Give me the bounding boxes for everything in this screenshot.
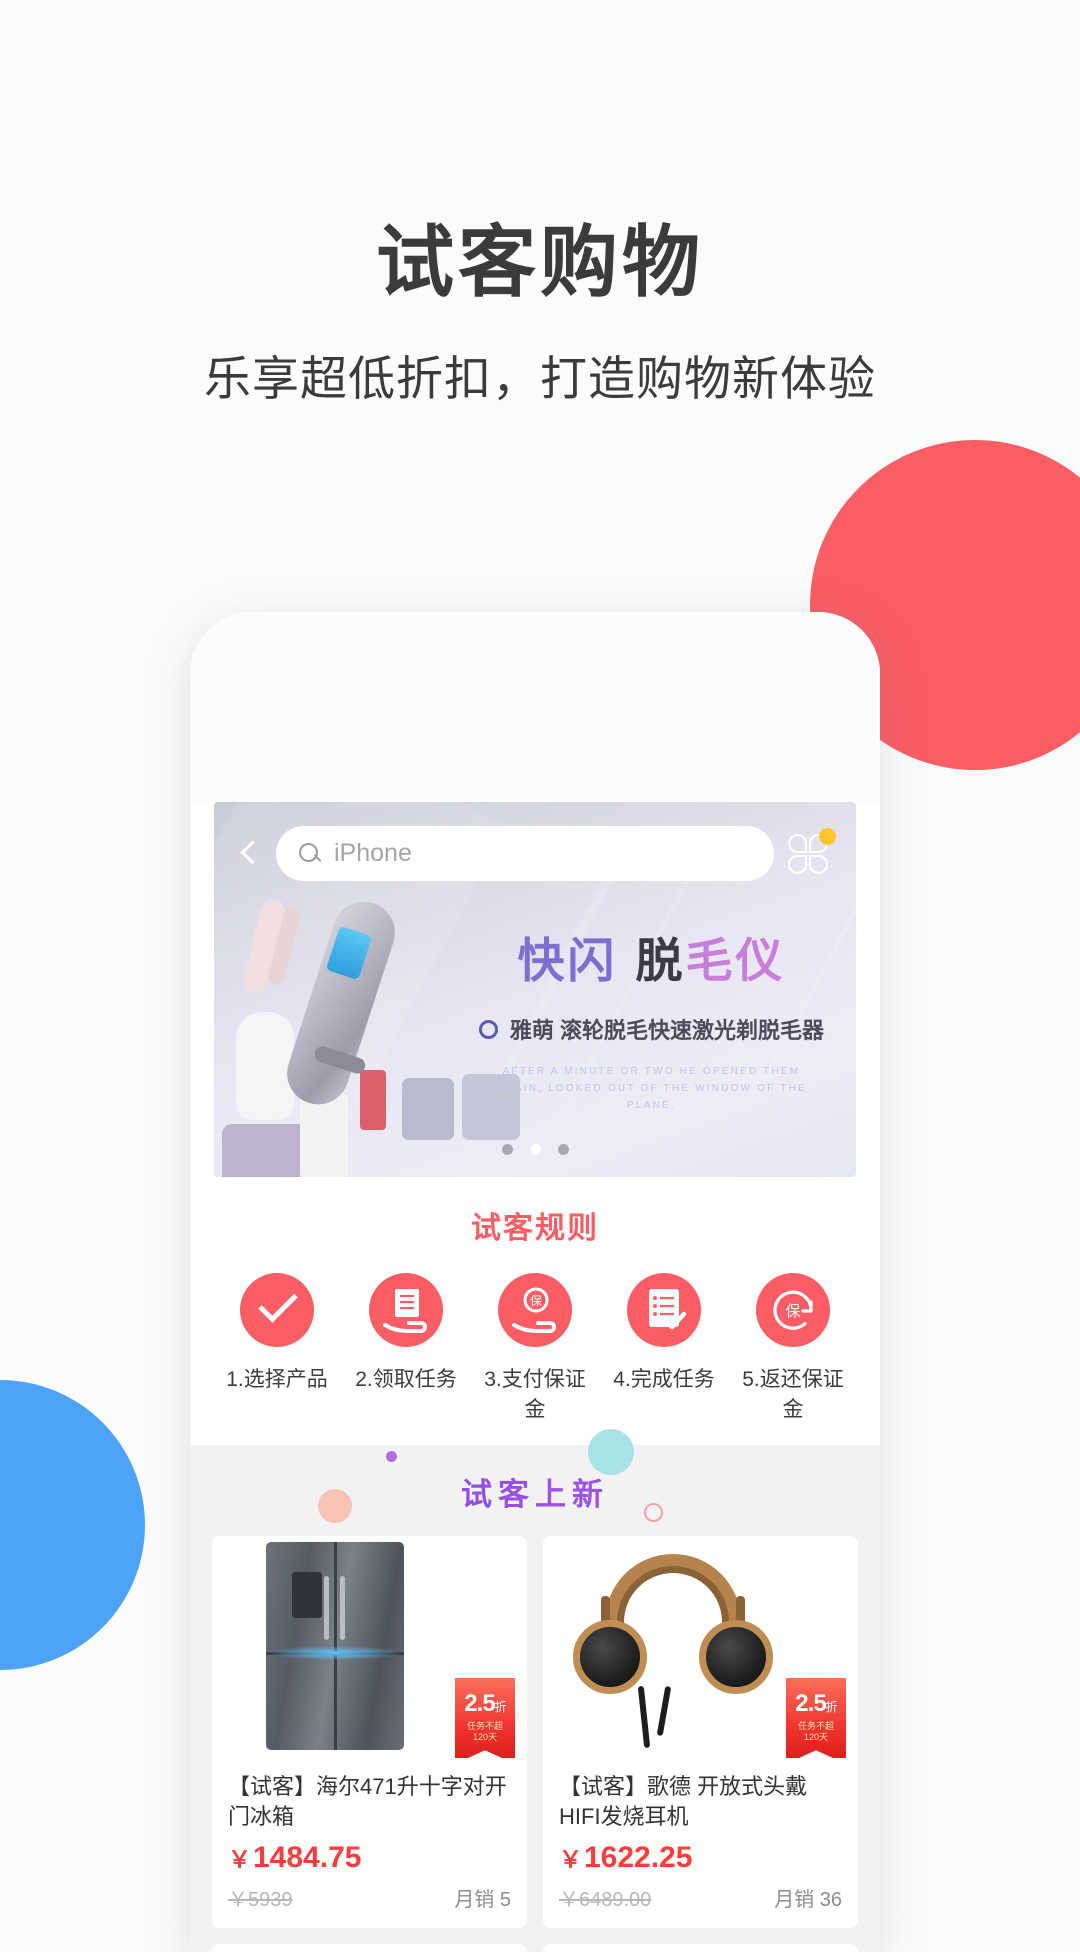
rule-step-2-label: 2.领取任务 (355, 1368, 457, 1391)
product-name: 【试客】歌德 开放式头戴HIFI发烧耳机 (559, 1774, 808, 1829)
carousel-dot-1[interactable] (501, 1144, 513, 1155)
search-input[interactable]: iPhone (276, 826, 774, 881)
rules-steps-row: 1.选择产品 2.领取任务 保 3.支付保证金 4.完成任务 保 5.返还保证金 (190, 1247, 880, 1423)
banner-title-part2: 脱 (635, 934, 686, 987)
discount-value: 2.5 (464, 1690, 495, 1717)
discount-line-1: 任务不超 (797, 1721, 834, 1731)
svg-text:保: 保 (785, 1302, 800, 1320)
headline-block: 试客购物 乐享超低折扣，打造购物新体验 (0, 218, 1080, 409)
rule-step-2[interactable]: 2.领取任务 (347, 1273, 465, 1423)
notification-dot-icon (819, 827, 836, 845)
hero-banner[interactable]: iPhone 快闪 脱毛仪 雅萌 滚轮脱毛快速激光剃脱毛器 AFTER A MIN… (214, 802, 856, 1177)
discount-badge: 2.5折 任务不超 120天 (786, 1678, 846, 1758)
rule-step-3-label: 3.支付保证金 (484, 1368, 586, 1421)
carousel-dots[interactable] (214, 1144, 856, 1155)
product-card[interactable] (543, 1944, 858, 1952)
rule-step-5[interactable]: 保 5.返还保证金 (734, 1273, 852, 1423)
product-card[interactable]: 2.5折 任务不超 120天 【试客】歌德 开放式头戴HIFI发烧耳机 ￥162… (543, 1536, 858, 1928)
banner-bottle (236, 1012, 294, 1120)
banner-subtitle: 雅萌 滚轮脱毛快速激光剃脱毛器 (509, 1018, 824, 1043)
product-original-price: ￥6489.00 (559, 1889, 652, 1911)
rule-step-4[interactable]: 4.完成任务 (605, 1273, 723, 1423)
rule-step-1-label: 1.选择产品 (226, 1368, 328, 1391)
rules-title: 试客规则 (471, 1212, 599, 1245)
discount-value: 2.5 (795, 1690, 826, 1717)
product-card-footer: ￥6489.00 月销 36 (559, 1883, 842, 1912)
discount-line-1: 任务不超 (466, 1721, 503, 1731)
banner-box-a (402, 1078, 454, 1140)
banner-title-part1: 快闪 (517, 934, 618, 987)
product-monthly-sales: 月销 36 (774, 1889, 842, 1911)
product-price-value: 1622.25 (584, 1841, 693, 1874)
carousel-dot-2-active[interactable] (529, 1144, 541, 1155)
product-price: ￥1484.75 (228, 1840, 511, 1875)
decorative-circle-blue (0, 1380, 145, 1670)
check-icon (240, 1273, 314, 1347)
discount-line-2: 120天 (472, 1732, 498, 1743)
product-price-value: 1484.75 (253, 1841, 362, 1874)
banner-subtitle-row: 雅萌 滚轮脱毛快速激光剃脱毛器 (478, 1013, 824, 1045)
refrigerator-photo: 2.5折 任务不超 120天 (212, 1536, 527, 1758)
product-card-list: 2.5折 任务不超 120天 【试客】海尔471升十字对开门冰箱 ￥1484.7… (190, 1514, 880, 1928)
rule-step-1[interactable]: 1.选择产品 (218, 1273, 336, 1423)
refund-cycle-icon: 保 (756, 1273, 830, 1347)
product-original-price: ￥5939 (228, 1889, 293, 1911)
product-card-footer: ￥5939 月销 5 (228, 1883, 511, 1912)
product-card[interactable] (212, 1944, 527, 1952)
search-placeholder: iPhone (334, 839, 412, 867)
banner-title-part3: 毛仪 (685, 934, 786, 987)
banner-top-bar: iPhone (214, 826, 856, 881)
banner-copy: 快闪 脱毛仪 雅萌 滚轮脱毛快速激光剃脱毛器 AFTER A MINUTE OR … (478, 922, 824, 1114)
headphones-photo: 2.5折 任务不超 120天 (543, 1536, 858, 1758)
banner-fineprint: AFTER A MINUTE OR TWO HE OPENED THEM AGA… (496, 1066, 807, 1111)
product-card-body: 【试客】海尔471升十字对开门冰箱 ￥1484.75 ￥5939 月销 5 (212, 1758, 527, 1928)
page-title: 试客购物 (375, 218, 704, 306)
decor-bubble-2 (386, 1451, 397, 1462)
product-price: ￥1622.25 (559, 1840, 842, 1875)
grid-clover-icon[interactable] (788, 827, 836, 876)
discount-badge: 2.5折 任务不超 120天 (455, 1678, 515, 1758)
discount-line-2: 120天 (803, 1732, 829, 1743)
discount-unit: 折 (494, 1700, 507, 1714)
banner-tube (300, 1092, 348, 1177)
new-arrivals-section: 试客上新 2.5折 任务不超 120天 【试客】海尔471升十字对开门冰箱 ￥1… (190, 1429, 880, 1952)
page-subtitle: 乐享超低折扣，打造购物新体验 (204, 351, 876, 405)
currency-symbol: ￥ (228, 1846, 251, 1872)
hand-pay-deposit-icon: 保 (498, 1273, 572, 1347)
banner-title: 快闪 脱毛仪 (479, 922, 824, 991)
product-card-list-next-row (190, 1928, 880, 1952)
product-monthly-sales: 月销 5 (454, 1889, 511, 1911)
phone-screen: iPhone 快闪 脱毛仪 雅萌 滚轮脱毛快速激光剃脱毛器 AFTER A MIN… (190, 612, 880, 1952)
currency-symbol: ￥ (559, 1846, 582, 1872)
svg-text:保: 保 (530, 1294, 542, 1308)
hand-receive-task-icon (369, 1273, 443, 1347)
rule-step-3[interactable]: 保 3.支付保证金 (476, 1273, 594, 1423)
phone-mockup: iPhone 快闪 脱毛仪 雅萌 滚轮脱毛快速激光剃脱毛器 AFTER A MIN… (190, 612, 880, 1952)
discount-unit: 折 (825, 1700, 838, 1714)
new-arrivals-title: 试客上新 (190, 1469, 880, 1514)
phone-status-bar (190, 612, 880, 802)
rules-section: 试客规则 1.选择产品 2.领取任务 保 3.支付保证金 4.完成任务 保 5.… (190, 1177, 880, 1445)
rule-step-5-label: 5.返还保证金 (742, 1368, 844, 1421)
product-card[interactable]: 2.5折 任务不超 120天 【试客】海尔471升十字对开门冰箱 ￥1484.7… (212, 1536, 527, 1928)
chevron-left-icon[interactable] (236, 841, 262, 867)
ring-bullet-icon (478, 1019, 498, 1039)
search-icon (298, 842, 322, 866)
product-card-body: 【试客】歌德 开放式头戴HIFI发烧耳机 ￥1622.25 ￥6489.00 月… (543, 1758, 858, 1928)
carousel-dot-3[interactable] (557, 1144, 569, 1155)
checklist-done-icon (627, 1273, 701, 1347)
rule-step-4-label: 4.完成任务 (613, 1368, 715, 1391)
banner-lipstick (360, 1070, 386, 1130)
product-name: 【试客】海尔471升十字对开门冰箱 (228, 1774, 507, 1829)
